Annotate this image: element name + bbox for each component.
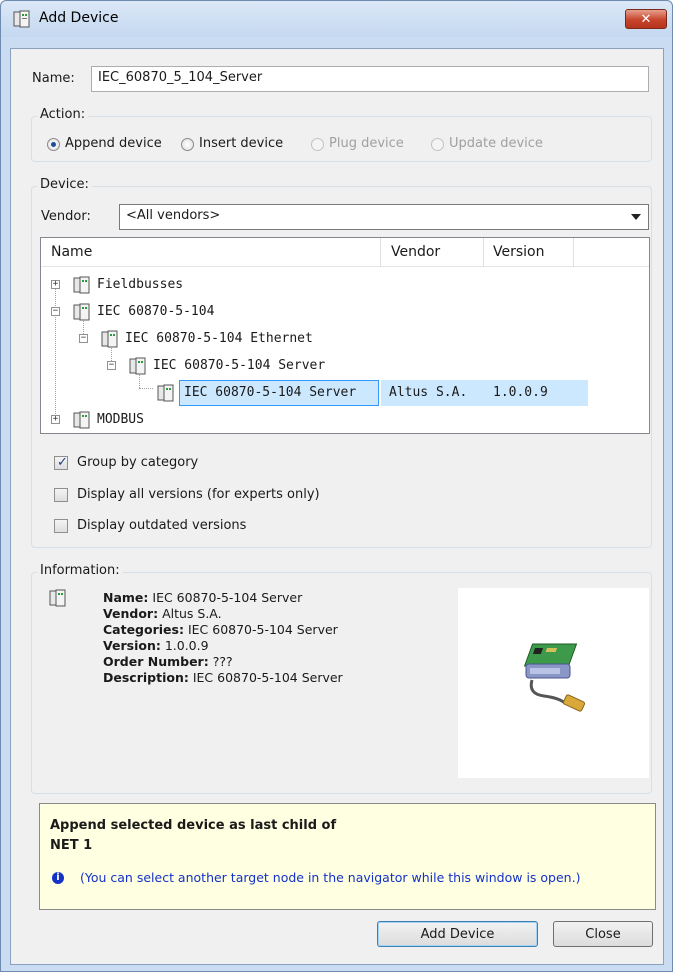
hint-title: Append selected device as last child of <box>50 818 337 833</box>
info-version: Version: 1.0.0.9 <box>103 638 209 653</box>
device-icon <box>73 276 90 294</box>
display-outdated-versions-checkbox[interactable] <box>54 519 68 533</box>
column-header-vendor[interactable]: Vendor <box>391 244 440 260</box>
plug-device-label[interactable]: Plug device <box>329 136 404 151</box>
append-device-label[interactable]: Append device <box>65 136 162 151</box>
tree-item-modbus[interactable]: + MODBUS <box>41 407 649 433</box>
append-device-radio[interactable] <box>47 138 60 151</box>
info-icon: i <box>52 872 64 884</box>
information-details: Name: IEC 60870-5-104 Server Vendor: Alt… <box>103 590 343 686</box>
vendor-select[interactable]: <All vendors> <box>119 204 649 230</box>
info-categories: Categories: IEC 60870-5-104 Server <box>103 622 338 637</box>
display-all-versions-label[interactable]: Display all versions (for experts only) <box>77 487 320 502</box>
dialog-body: Name: IEC_60870_5_104_Server Action: App… <box>10 48 664 965</box>
vendor-label: Vendor: <box>41 209 91 224</box>
close-button[interactable]: Close <box>553 921 653 947</box>
collapse-icon[interactable]: − <box>107 361 116 370</box>
tree-item-iec-104-server-category[interactable]: − IEC 60870-5-104 Server <box>41 353 649 379</box>
display-all-versions-checkbox[interactable] <box>54 488 68 502</box>
target-hint-panel: Append selected device as last child of … <box>39 803 656 910</box>
tree-item-label: Fieldbusses <box>97 277 184 292</box>
column-header-name[interactable]: Name <box>51 244 92 260</box>
action-group-title: Action: <box>37 107 89 122</box>
insert-device-label[interactable]: Insert device <box>199 136 283 151</box>
name-input-value: IEC_60870_5_104_Server <box>98 70 263 85</box>
group-by-category-checkbox[interactable]: ✓ <box>54 455 68 470</box>
add-device-window: Add Device ✕ Name: IEC_60870_5_104_Serve… <box>0 0 673 972</box>
hint-target-node: NET 1 <box>50 838 93 853</box>
check-icon: ✓ <box>57 455 68 470</box>
collapse-icon[interactable]: − <box>51 307 60 316</box>
info-order-number: Order Number: ??? <box>103 654 233 669</box>
device-icon <box>73 303 90 321</box>
group-by-category-label[interactable]: Group by category <box>77 455 198 470</box>
information-group-title: Information: <box>37 563 123 578</box>
device-icon <box>49 589 66 607</box>
tree-item-iec-104-server-device[interactable]: IEC 60870-5-104 Server Altus S.A. 1.0.0.… <box>41 380 649 406</box>
tree-item-label: IEC 60870-5-104 Ethernet <box>125 331 313 346</box>
device-tree-list[interactable]: Name Vendor Version + Fieldbusses − IEC … <box>40 237 650 434</box>
update-device-label[interactable]: Update device <box>449 136 543 151</box>
device-group-title: Device: <box>37 177 92 192</box>
network-card-icon <box>523 643 586 712</box>
update-device-radio[interactable] <box>431 138 444 151</box>
tree-item-label: IEC 60870-5-104 Server <box>179 380 379 406</box>
expand-icon[interactable]: + <box>51 415 60 424</box>
info-description: Description: IEC 60870-5-104 Server <box>103 670 343 685</box>
plug-device-radio[interactable] <box>311 138 324 151</box>
name-input[interactable]: IEC_60870_5_104_Server <box>91 66 649 92</box>
info-name: Name: IEC 60870-5-104 Server <box>103 590 303 605</box>
tree-item-label: IEC 60870-5-104 Server <box>153 358 326 373</box>
tree-item-version: 1.0.0.9 <box>493 385 548 400</box>
expand-icon[interactable]: + <box>51 280 60 289</box>
device-icon <box>101 330 118 348</box>
hint-note: (You can select another target node in t… <box>80 870 581 885</box>
add-device-button[interactable]: Add Device <box>377 921 538 947</box>
list-header: Name Vendor Version <box>41 238 649 267</box>
vendor-select-value: <All vendors> <box>126 208 221 223</box>
tree-item-iec-104[interactable]: − IEC 60870-5-104 <box>41 299 649 325</box>
window-title: Add Device <box>39 10 119 26</box>
name-label: Name: <box>32 71 75 86</box>
column-header-version[interactable]: Version <box>493 244 544 260</box>
tree-item-iec-104-ethernet[interactable]: − IEC 60870-5-104 Ethernet <box>41 326 649 352</box>
close-icon: ✕ <box>640 11 652 27</box>
tree-item-fieldbusses[interactable]: + Fieldbusses <box>41 272 649 298</box>
chevron-down-icon <box>631 214 641 220</box>
tree-item-label: MODBUS <box>97 412 144 427</box>
tree-item-label: IEC 60870-5-104 <box>97 304 215 319</box>
insert-device-radio[interactable] <box>181 138 194 151</box>
device-icon <box>73 411 90 429</box>
info-vendor: Vendor: Altus S.A. <box>103 606 222 621</box>
device-icon <box>129 357 146 375</box>
device-image-panel <box>458 588 649 778</box>
tree-item-vendor: Altus S.A. <box>389 385 468 400</box>
title-bar[interactable]: Add Device ✕ <box>1 1 672 37</box>
device-icon <box>157 384 174 402</box>
close-button-label: Close <box>585 926 621 942</box>
add-device-button-label: Add Device <box>420 926 495 942</box>
display-outdated-versions-label[interactable]: Display outdated versions <box>77 518 246 533</box>
collapse-icon[interactable]: − <box>79 334 88 343</box>
device-icon <box>13 10 30 28</box>
window-close-button[interactable]: ✕ <box>625 9 667 29</box>
